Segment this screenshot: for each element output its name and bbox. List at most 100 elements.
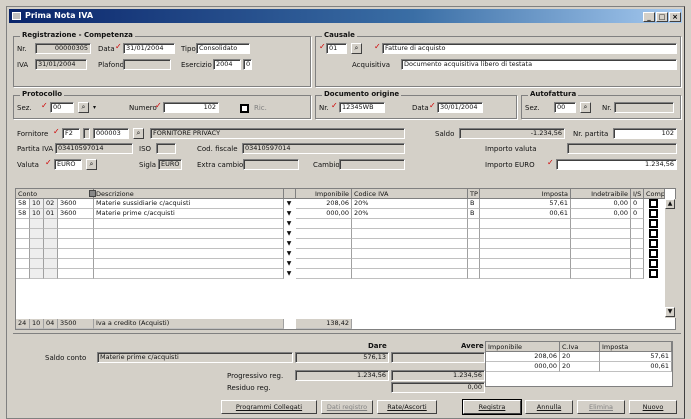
protocollo-numero-field[interactable]: 102: [163, 102, 219, 113]
cell-is[interactable]: [631, 269, 644, 279]
cell-imponibile[interactable]: 208,06: [296, 199, 352, 209]
row-dropdown-icon[interactable]: ▼: [285, 229, 293, 238]
cell-conto-sub[interactable]: [30, 239, 44, 249]
col-header-comp[interactable]: Comp.: [644, 189, 665, 199]
comp-checkbox[interactable]: [649, 199, 658, 208]
cell-descrizione[interactable]: Materie sussidiarie c/acquisti: [94, 199, 284, 209]
cell-imposta[interactable]: [480, 219, 571, 229]
rate-acconti-button[interactable]: Rate/Ascorti: [377, 400, 437, 414]
cell-conto-mastro[interactable]: 01: [44, 209, 58, 219]
esercizio-suffix-field[interactable]: 0: [243, 59, 252, 70]
cell-conto-gruppo[interactable]: [16, 219, 30, 229]
comp-checkbox[interactable]: [649, 269, 658, 278]
scroll-down-icon[interactable]: ▼: [665, 307, 675, 317]
causale-code-field[interactable]: 01: [326, 43, 347, 54]
documento-nr-field[interactable]: 12345WB: [339, 102, 385, 113]
close-button[interactable]: ×: [669, 12, 681, 22]
minimize-button[interactable]: _: [643, 12, 655, 22]
cell-imposta[interactable]: 57,61: [480, 199, 571, 209]
cell-imposta[interactable]: [480, 249, 571, 259]
cell-conto-mastro[interactable]: [44, 269, 58, 279]
cell-conto-sub[interactable]: [30, 229, 44, 239]
cell-conto-sub[interactable]: [30, 219, 44, 229]
cell-codice-iva[interactable]: 20%: [352, 199, 468, 209]
documento-data-field[interactable]: 30/01/2004: [437, 102, 483, 113]
row-dropdown-icon[interactable]: ▼: [285, 219, 293, 228]
programmi-collegati-button[interactable]: Programmi Collegati: [221, 400, 317, 414]
cell-imponibile[interactable]: [296, 219, 352, 229]
cell-indetraibile[interactable]: [571, 229, 631, 239]
row-dropdown-icon[interactable]: ▼: [285, 239, 293, 248]
cell-conto-mastro[interactable]: [44, 229, 58, 239]
registra-button[interactable]: Registra: [462, 399, 522, 415]
cell-conto-mastro[interactable]: [44, 249, 58, 259]
row-dropdown-icon[interactable]: ▼: [285, 249, 293, 258]
col-header-tp[interactable]: TP: [468, 189, 480, 199]
cell-conto-codice[interactable]: 3600: [58, 199, 94, 209]
valuta-lookup-button[interactable]: ⌕: [86, 159, 97, 170]
cell-indetraibile[interactable]: [571, 239, 631, 249]
cell-conto-mastro[interactable]: [44, 259, 58, 269]
cell-indetraibile[interactable]: [571, 269, 631, 279]
cell-conto-codice[interactable]: [58, 239, 94, 249]
col-header-codice-iva[interactable]: Codice IVA: [352, 189, 468, 199]
cell-imponibile[interactable]: [296, 229, 352, 239]
col-header-imponibile[interactable]: Imponibile: [296, 189, 352, 199]
scroll-up-icon[interactable]: ▲: [665, 199, 675, 209]
comp-checkbox[interactable]: [649, 249, 658, 258]
cell-conto-gruppo[interactable]: 58: [16, 209, 30, 219]
cell-codice-iva[interactable]: [352, 249, 468, 259]
cell-conto-gruppo[interactable]: [16, 249, 30, 259]
cell-conto-gruppo[interactable]: 58: [16, 199, 30, 209]
grid-scrollbar[interactable]: ▲ ▼: [665, 199, 676, 318]
plafond-field[interactable]: [123, 59, 171, 70]
cell-imposta[interactable]: [480, 239, 571, 249]
row-dropdown-icon[interactable]: ▼: [285, 199, 293, 208]
importo-euro-field[interactable]: 1.234,56: [556, 159, 677, 170]
cell-descrizione[interactable]: [94, 269, 284, 279]
fornitore-lookup-button[interactable]: ⌕: [133, 128, 144, 139]
cell-tp[interactable]: [468, 249, 480, 259]
cell-is[interactable]: [631, 249, 644, 259]
elimina-button[interactable]: Elimina: [577, 400, 625, 414]
iso-field[interactable]: [156, 143, 176, 154]
cell-imposta[interactable]: [480, 269, 571, 279]
row-dropdown-icon[interactable]: ▼: [285, 209, 293, 218]
protocollo-lookup-button[interactable]: ⌕: [78, 102, 89, 113]
cell-codice-iva[interactable]: [352, 259, 468, 269]
cell-is[interactable]: 0: [631, 209, 644, 219]
cell-codice-iva[interactable]: [352, 229, 468, 239]
cell-descrizione[interactable]: [94, 249, 284, 259]
importo-valuta-field[interactable]: [567, 143, 677, 154]
title-bar[interactable]: Prima Nota IVA _ □ ×: [9, 9, 682, 23]
cell-codice-iva[interactable]: [352, 219, 468, 229]
cell-imponibile[interactable]: 000,00: [296, 209, 352, 219]
nuovo-button[interactable]: Nuovo: [629, 400, 677, 414]
column-settings-icon[interactable]: [89, 190, 96, 197]
cell-indetraibile[interactable]: [571, 249, 631, 259]
comp-checkbox[interactable]: [649, 219, 658, 228]
cell-conto-codice[interactable]: [58, 269, 94, 279]
tipo-select[interactable]: Consolidato: [196, 43, 250, 54]
data-registrazione-field[interactable]: 31/01/2004: [123, 43, 175, 54]
cell-codice-iva[interactable]: 20%: [352, 209, 468, 219]
data-iva-field[interactable]: 31/01/2004: [35, 59, 87, 70]
col-header-conto[interactable]: Conto: [16, 189, 94, 199]
cell-codice-iva[interactable]: [352, 239, 468, 249]
cell-conto-sub[interactable]: [30, 249, 44, 259]
fornitore-code-field[interactable]: 000003: [93, 128, 129, 139]
dati-registro-button[interactable]: Dati registro: [321, 400, 373, 414]
cell-conto-gruppo[interactable]: [16, 269, 30, 279]
cell-conto-mastro[interactable]: [44, 219, 58, 229]
cell-imponibile[interactable]: [296, 239, 352, 249]
fornitore-type-field[interactable]: F2: [62, 128, 80, 139]
esercizio-field[interactable]: 2004: [213, 59, 241, 70]
causale-description-field[interactable]: Fatture di acquisto: [382, 43, 677, 54]
cell-imponibile[interactable]: [296, 259, 352, 269]
nr-partita-field[interactable]: 102: [613, 128, 677, 139]
cell-imponibile[interactable]: [296, 249, 352, 259]
cell-conto-codice[interactable]: [58, 259, 94, 269]
protocollo-sez-field[interactable]: 00: [50, 102, 74, 113]
cell-descrizione[interactable]: [94, 229, 284, 239]
cell-is[interactable]: [631, 259, 644, 269]
